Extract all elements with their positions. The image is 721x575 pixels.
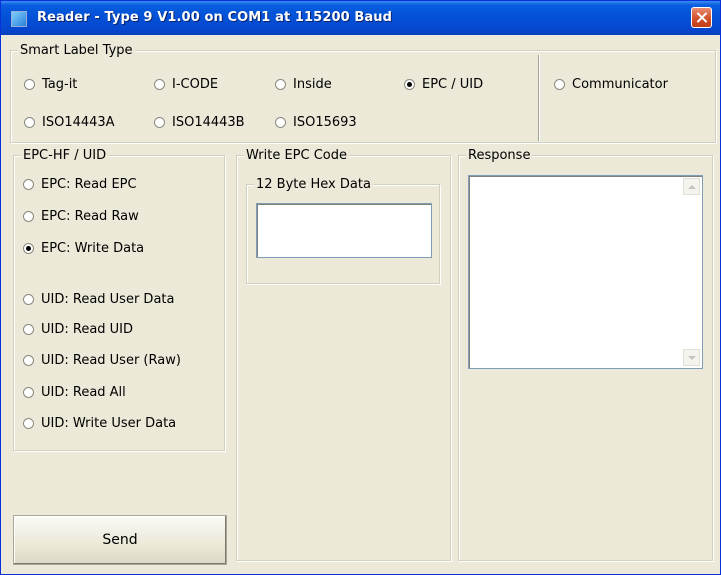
radio-uid-read-all[interactable]: UID: Read All xyxy=(23,385,126,400)
radio-epc-uid-label: EPC / UID xyxy=(422,77,484,92)
scroll-down-arrow-icon[interactable] xyxy=(683,349,700,366)
smart-label-type-title: Smart Label Type xyxy=(18,43,135,58)
radio-indicator[interactable] xyxy=(23,294,34,305)
radio-indicator[interactable] xyxy=(23,179,34,190)
radio-tag-it[interactable]: Tag-it xyxy=(24,77,77,92)
radio-iso14443b[interactable]: ISO14443B xyxy=(154,115,245,130)
radio-uid-read-uid[interactable]: UID: Read UID xyxy=(23,322,133,337)
radio-epc-read-epc[interactable]: EPC: Read EPC xyxy=(23,177,137,192)
client-area: Smart Label Type Tag-it I-CODE Inside EP… xyxy=(4,35,719,573)
response-title: Response xyxy=(466,148,533,163)
hex-data-title: 12 Byte Hex Data xyxy=(254,177,373,192)
send-button[interactable]: Send xyxy=(13,515,227,565)
radio-epc-write-data[interactable]: EPC: Write Data xyxy=(23,241,144,256)
hex-data-group: 12 Byte Hex Data xyxy=(246,177,440,284)
radio-epc-write-data-label: EPC: Write Data xyxy=(41,241,145,256)
radio-uid-write-user-data[interactable]: UID: Write User Data xyxy=(23,416,176,431)
write-epc-code-title: Write EPC Code xyxy=(244,148,349,163)
response-scrollbar[interactable] xyxy=(683,176,700,368)
radio-communicator-label: Communicator xyxy=(572,77,668,92)
radio-iso14443b-label: ISO14443B xyxy=(172,115,245,130)
radio-iso15693[interactable]: ISO15693 xyxy=(275,115,357,130)
radio-iso15693-label: ISO15693 xyxy=(293,115,357,130)
radio-inside-label: Inside xyxy=(293,77,332,92)
radio-uid-read-user-raw-label: UID: Read User (Raw) xyxy=(41,353,181,368)
radio-indicator[interactable] xyxy=(23,243,34,254)
radio-indicator[interactable] xyxy=(275,117,286,128)
radio-indicator[interactable] xyxy=(24,117,35,128)
response-group: Response xyxy=(458,148,713,561)
radio-indicator[interactable] xyxy=(154,117,165,128)
radio-uid-read-uid-label: UID: Read UID xyxy=(41,322,134,337)
radio-indicator[interactable] xyxy=(23,211,34,222)
smart-label-type-group: Smart Label Type Tag-it I-CODE Inside EP… xyxy=(10,43,716,143)
radio-indicator[interactable] xyxy=(404,79,415,90)
radio-indicator[interactable] xyxy=(275,79,286,90)
epc-uid-group: EPC-HF / UID EPC: Read EPC EPC: Read Raw… xyxy=(13,148,225,451)
radio-uid-write-user-data-label: UID: Write User Data xyxy=(41,416,177,431)
radio-indicator[interactable] xyxy=(554,79,565,90)
radio-indicator[interactable] xyxy=(23,355,34,366)
radio-epc-read-epc-label: EPC: Read EPC xyxy=(41,177,137,192)
radio-epc-read-raw-label: EPC: Read Raw xyxy=(41,209,139,224)
app-icon xyxy=(11,11,27,27)
radio-communicator[interactable]: Communicator xyxy=(554,77,668,92)
radio-indicator[interactable] xyxy=(23,324,34,335)
radio-uid-read-user-data-label: UID: Read User Data xyxy=(41,292,175,307)
radio-indicator[interactable] xyxy=(154,79,165,90)
radio-tag-it-label: Tag-it xyxy=(42,77,78,92)
hex-data-input[interactable] xyxy=(256,203,432,258)
close-button[interactable] xyxy=(691,7,712,28)
radio-i-code-label: I-CODE xyxy=(172,77,219,92)
title-bar[interactable]: Reader - Type 9 V1.00 on COM1 at 115200 … xyxy=(1,1,720,35)
reader-window: Reader - Type 9 V1.00 on COM1 at 115200 … xyxy=(0,0,721,575)
scroll-up-arrow-icon[interactable] xyxy=(683,178,700,195)
write-epc-code-group: Write EPC Code 12 Byte Hex Data xyxy=(236,148,451,561)
response-textarea[interactable] xyxy=(468,175,703,369)
radio-indicator[interactable] xyxy=(24,79,35,90)
radio-epc-uid[interactable]: EPC / UID xyxy=(404,77,483,92)
radio-i-code[interactable]: I-CODE xyxy=(154,77,218,92)
radio-epc-read-raw[interactable]: EPC: Read Raw xyxy=(23,209,139,224)
radio-uid-read-all-label: UID: Read All xyxy=(41,385,126,400)
radio-indicator[interactable] xyxy=(23,387,34,398)
radio-indicator[interactable] xyxy=(23,418,34,429)
radio-uid-read-user-data[interactable]: UID: Read User Data xyxy=(23,292,174,307)
radio-iso14443a-label: ISO14443A xyxy=(42,115,115,130)
window-title: Reader - Type 9 V1.00 on COM1 at 115200 … xyxy=(37,10,393,25)
epc-uid-title: EPC-HF / UID xyxy=(21,148,109,163)
radio-iso14443a[interactable]: ISO14443A xyxy=(24,115,115,130)
radio-uid-read-user-raw[interactable]: UID: Read User (Raw) xyxy=(23,353,181,368)
radio-inside[interactable]: Inside xyxy=(275,77,332,92)
group-divider xyxy=(538,55,539,141)
